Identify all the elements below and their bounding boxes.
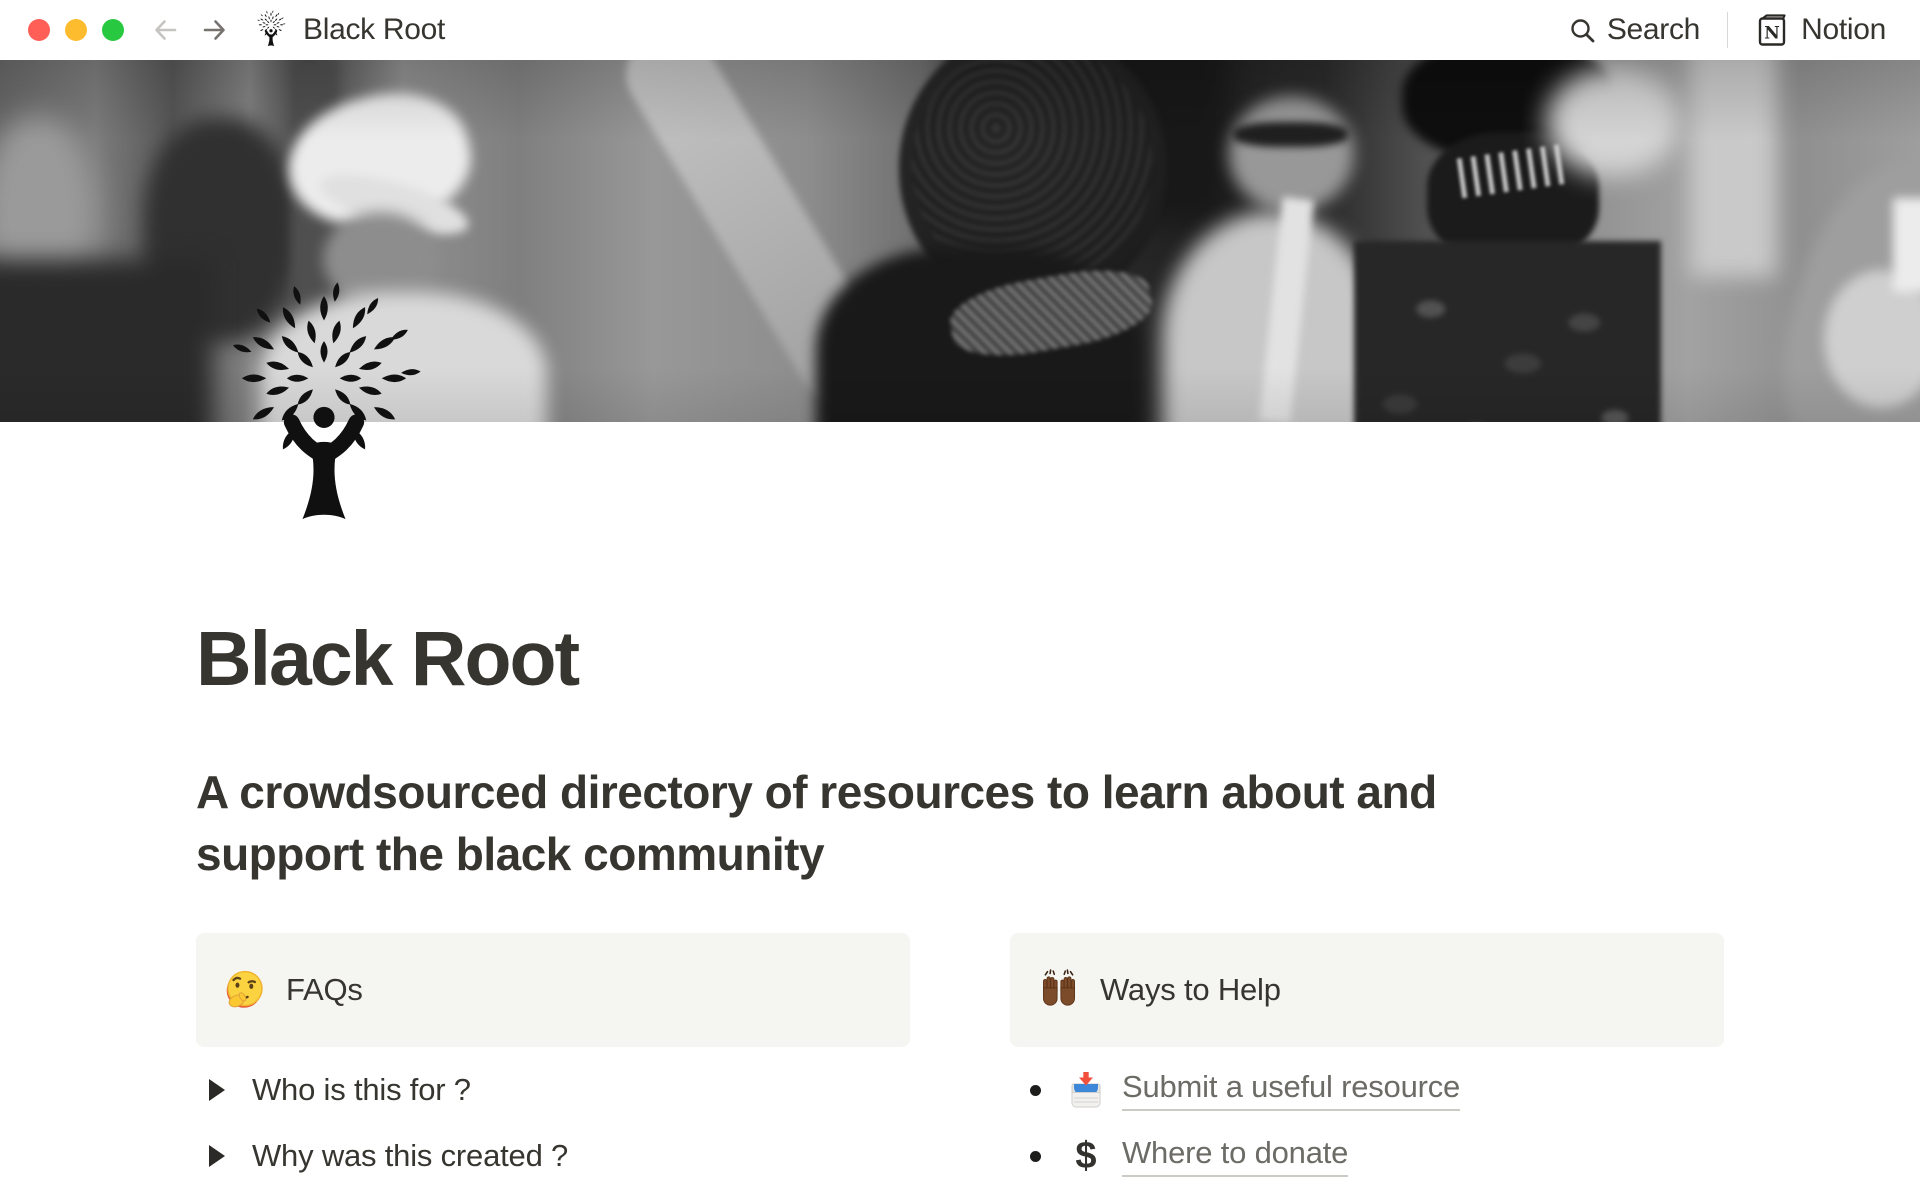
help-column: Ways to Help Submit a useful resource	[1010, 933, 1724, 1179]
toggle-label: Why was this created ?	[252, 1138, 568, 1174]
svg-text:N: N	[1764, 24, 1780, 44]
forward-button[interactable]	[200, 16, 228, 44]
titlebar-divider	[1727, 12, 1728, 48]
subtitle-line-1: A crowdsourced directory of resources to…	[196, 761, 1724, 823]
page-subtitle[interactable]: A crowdsourced directory of resources to…	[196, 761, 1724, 885]
toggle-why-was-this-created[interactable]: Why was this created ?	[196, 1133, 910, 1179]
toggle-triangle-icon[interactable]	[209, 1079, 225, 1101]
app-titlebar: Black Root Search N Notion	[0, 0, 1920, 60]
page-favicon-tree-icon	[256, 13, 286, 47]
minimize-window-button[interactable]	[65, 19, 87, 41]
back-button[interactable]	[152, 16, 180, 44]
two-column-layout: FAQs Who is this for ? Why was this crea…	[196, 933, 1724, 1179]
bullet-dot	[1030, 1151, 1041, 1162]
submit-resource-link[interactable]: Submit a useful resource	[1122, 1069, 1460, 1111]
forward-arrow-icon	[200, 16, 228, 44]
notion-logo-icon: N	[1755, 13, 1789, 47]
search-button[interactable]: Search	[1569, 13, 1700, 47]
page-body: Black Root A crowdsourced directory of r…	[196, 422, 1724, 1179]
close-window-button[interactable]	[28, 19, 50, 41]
zoom-window-button[interactable]	[102, 19, 124, 41]
ways-to-help-callout[interactable]: Ways to Help	[1010, 933, 1724, 1047]
subtitle-line-2: support the black community	[196, 823, 1724, 885]
bullet-dot	[1030, 1085, 1041, 1096]
link-row-submit-resource: Submit a useful resource	[1010, 1067, 1724, 1113]
toggle-label: Who is this for ?	[252, 1072, 471, 1108]
faq-callout-label: FAQs	[286, 972, 363, 1008]
search-label: Search	[1607, 13, 1700, 47]
faq-callout[interactable]: FAQs	[196, 933, 910, 1047]
back-arrow-icon	[152, 16, 180, 44]
thinking-face-emoji	[224, 968, 266, 1012]
titlebar-right: Search N Notion	[1569, 12, 1886, 48]
faq-column: FAQs Who is this for ? Why was this crea…	[196, 933, 910, 1179]
window-controls	[28, 19, 124, 41]
page-icon-tree[interactable]	[226, 300, 422, 525]
titlebar-page-title[interactable]: Black Root	[303, 13, 445, 47]
page-title[interactable]: Black Root	[196, 613, 1724, 705]
dollar-sign-icon: $	[1068, 1135, 1104, 1177]
notion-brand-button[interactable]: N Notion	[1755, 13, 1886, 47]
notion-brand-label: Notion	[1801, 13, 1886, 47]
toggle-triangle-icon[interactable]	[209, 1145, 225, 1167]
inbox-tray-icon	[1068, 1069, 1104, 1111]
help-callout-label: Ways to Help	[1100, 972, 1281, 1008]
link-row-where-to-donate: $ Where to donate	[1010, 1133, 1724, 1179]
search-icon	[1569, 17, 1596, 44]
toggle-who-is-this-for[interactable]: Who is this for ?	[196, 1067, 910, 1113]
where-to-donate-link[interactable]: Where to donate	[1122, 1135, 1348, 1177]
raising-hands-emoji	[1038, 968, 1080, 1012]
